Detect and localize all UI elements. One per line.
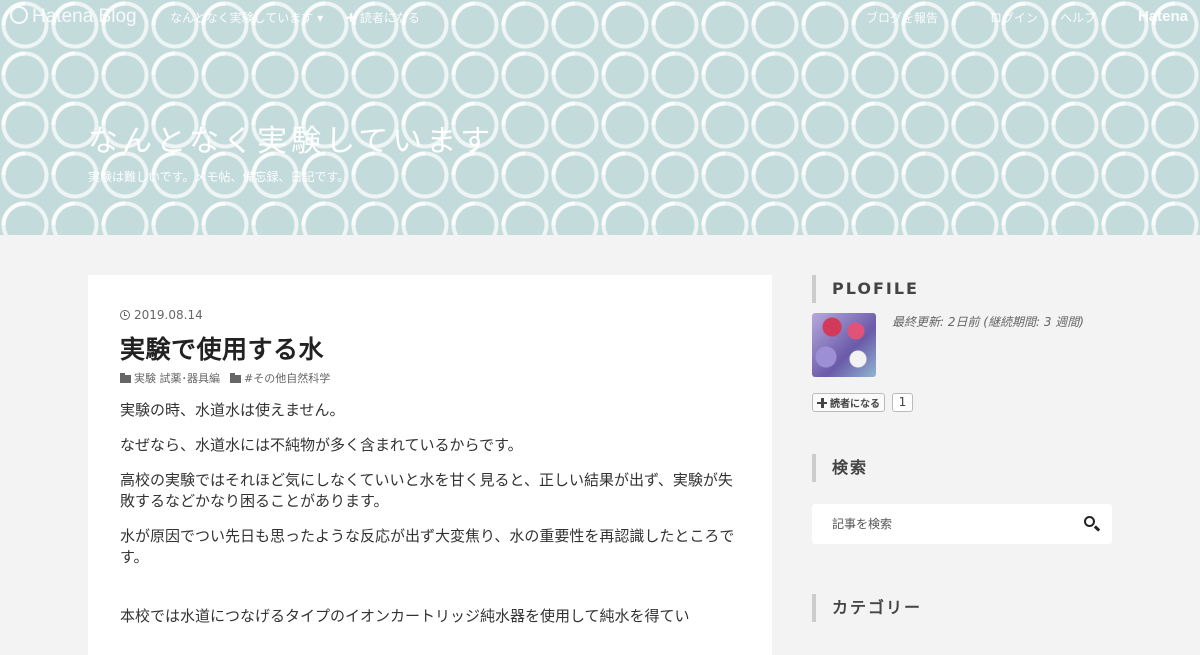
folder-icon bbox=[230, 372, 241, 383]
clock-icon bbox=[120, 310, 130, 320]
blog-description: 実験は難しいです。メモ帖、備忘録、日記です。 bbox=[88, 170, 350, 184]
article-date-text: 2019.08.14 bbox=[134, 308, 203, 322]
bar-subscribe-link[interactable]: ✚ 読者になる bbox=[346, 9, 420, 26]
login-link[interactable]: ログイン bbox=[990, 9, 1038, 26]
search-input[interactable] bbox=[812, 504, 1072, 544]
search-heading: 検索 bbox=[812, 454, 868, 482]
subscribe-button[interactable]: 読者になる bbox=[812, 393, 885, 412]
hatena-link[interactable]: Hatena bbox=[1138, 8, 1188, 25]
blog-title[interactable]: なんとなく実験しています bbox=[88, 116, 494, 160]
blog-header: Hatena Blog なんとなく実験しています ▾ ✚ 読者になる ブログを報… bbox=[0, 0, 1200, 235]
article-title[interactable]: 実験で使用する水 bbox=[120, 330, 740, 366]
subscriber-count[interactable]: 1 bbox=[892, 393, 913, 412]
hatena-blog-logo[interactable]: Hatena Blog bbox=[10, 6, 137, 28]
article-date[interactable]: 2019.08.14 bbox=[120, 307, 740, 323]
plus-icon bbox=[817, 397, 827, 408]
article-categories: 実験 試薬･器具編 #その他自然科学 bbox=[120, 370, 740, 386]
profile-heading: PLOFILE bbox=[812, 275, 919, 303]
category-link[interactable]: #その他自然科学 bbox=[230, 370, 330, 386]
article-paragraph: なぜなら、水道水には不純物が多く含まれているからです。 bbox=[120, 436, 523, 454]
profile-updated-text: 最終更新: 2日前 (継続期間: 3 週間) bbox=[892, 315, 1084, 329]
category-label: 実験 試薬･器具編 bbox=[134, 372, 220, 385]
avatar[interactable] bbox=[812, 313, 876, 377]
categories-heading: カテゴリー bbox=[812, 594, 922, 622]
hatena-global-bar: Hatena Blog なんとなく実験しています ▾ ✚ 読者になる ブログを報… bbox=[0, 0, 1200, 36]
article-paragraph: 高校の実験ではそれほど気にしなくていいと水を甘く見ると、正しい結果が出ず、実験が… bbox=[120, 471, 733, 510]
hatena-logo-icon bbox=[10, 6, 28, 24]
search-button[interactable] bbox=[1082, 514, 1102, 534]
folder-icon bbox=[120, 372, 131, 383]
blog-name-dropdown[interactable]: なんとなく実験しています ▾ bbox=[170, 9, 323, 26]
article-card: 2019.08.14 実験で使用する水 実験 試薬･器具編 #その他自然科学 実… bbox=[88, 275, 772, 655]
subscribe-label: 読者になる bbox=[830, 399, 880, 410]
category-link[interactable]: 実験 試薬･器具編 bbox=[120, 370, 220, 386]
article-paragraph: 本校では水道につなげるタイプのイオンカートリッジ純水器を使用して純水を得てい bbox=[120, 607, 690, 625]
hatena-blog-logo-text: Hatena Blog bbox=[32, 6, 137, 27]
help-link[interactable]: ヘルプ bbox=[1060, 9, 1096, 26]
search-icon bbox=[1084, 516, 1095, 527]
category-label: #その他自然科学 bbox=[244, 372, 331, 385]
search-box bbox=[812, 504, 1112, 544]
article-paragraph: 実験の時、水道水は使えません。 bbox=[120, 401, 345, 419]
article-paragraph: 水が原因でつい先日も思ったような反応が出ず大変焦り、水の重要性を再認識したところ… bbox=[120, 527, 735, 566]
report-blog-link[interactable]: ブログを報告 bbox=[866, 9, 938, 26]
